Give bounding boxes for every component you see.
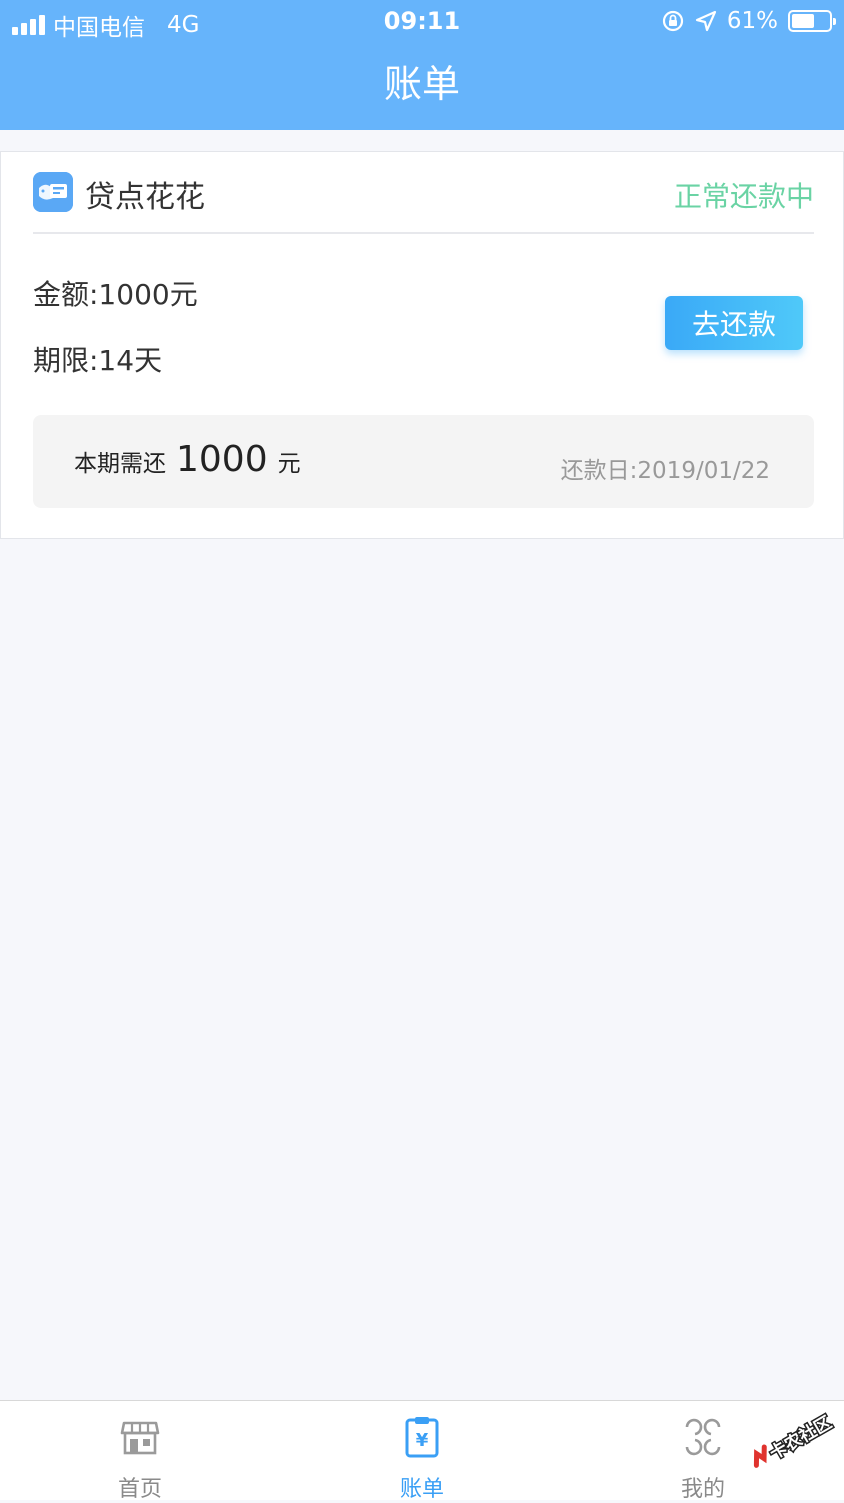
loan-card-header: 贷点花花 正常还款中 xyxy=(33,152,814,234)
svg-text:¥: ¥ xyxy=(416,1430,429,1451)
profile-icon xyxy=(685,1418,721,1456)
location-arrow-icon xyxy=(695,10,716,32)
tab-label-home: 首页 xyxy=(117,1477,162,1502)
svg-text:卡农社区: 卡农社区 xyxy=(766,1412,835,1464)
tab-bar: 首页 ¥ 账单 我的 xyxy=(0,1400,844,1503)
status-bar: 中国电信 4G 09:11 61% xyxy=(0,0,844,42)
watermark-logo: 卡农社区 xyxy=(753,1410,837,1468)
app-name: 贷点花花 xyxy=(85,180,205,215)
tab-label-bill: 账单 xyxy=(399,1477,444,1502)
repay-button[interactable]: 去还款 xyxy=(665,296,803,350)
bill-icon: ¥ xyxy=(405,1417,439,1458)
due-summary: 本期需还 1000 元 还款日:2019/01/22 xyxy=(33,415,814,508)
store-icon xyxy=(120,1421,160,1455)
due-amount-group: 本期需还 1000 元 xyxy=(74,439,301,480)
due-date: 还款日:2019/01/22 xyxy=(560,458,770,484)
rotation-lock-icon xyxy=(662,10,683,32)
battery-percent: 61% xyxy=(726,8,778,34)
page-title: 账单 xyxy=(383,62,460,106)
due-unit: 元 xyxy=(277,451,301,477)
tab-label-mine: 我的 xyxy=(680,1477,725,1502)
battery-icon xyxy=(788,10,836,32)
battery-level xyxy=(792,14,814,28)
app-logo-icon xyxy=(33,172,73,212)
status-right: 61% xyxy=(661,8,836,34)
loan-term: 期限:14天 xyxy=(33,344,163,377)
repayment-status: 正常还款中 xyxy=(673,180,814,213)
tab-bill[interactable]: ¥ 账单 xyxy=(362,1415,482,1503)
loan-card[interactable]: 贷点花花 正常还款中 金额:1000元 期限:14天 去还款 本期需还 1000… xyxy=(0,151,844,539)
due-prefix: 本期需还 xyxy=(74,451,166,477)
loan-amount: 金额:1000元 xyxy=(33,278,198,311)
tab-home[interactable]: 首页 xyxy=(80,1415,200,1503)
nav-bar: 账单 xyxy=(0,42,844,130)
due-amount: 1000 xyxy=(176,439,268,480)
